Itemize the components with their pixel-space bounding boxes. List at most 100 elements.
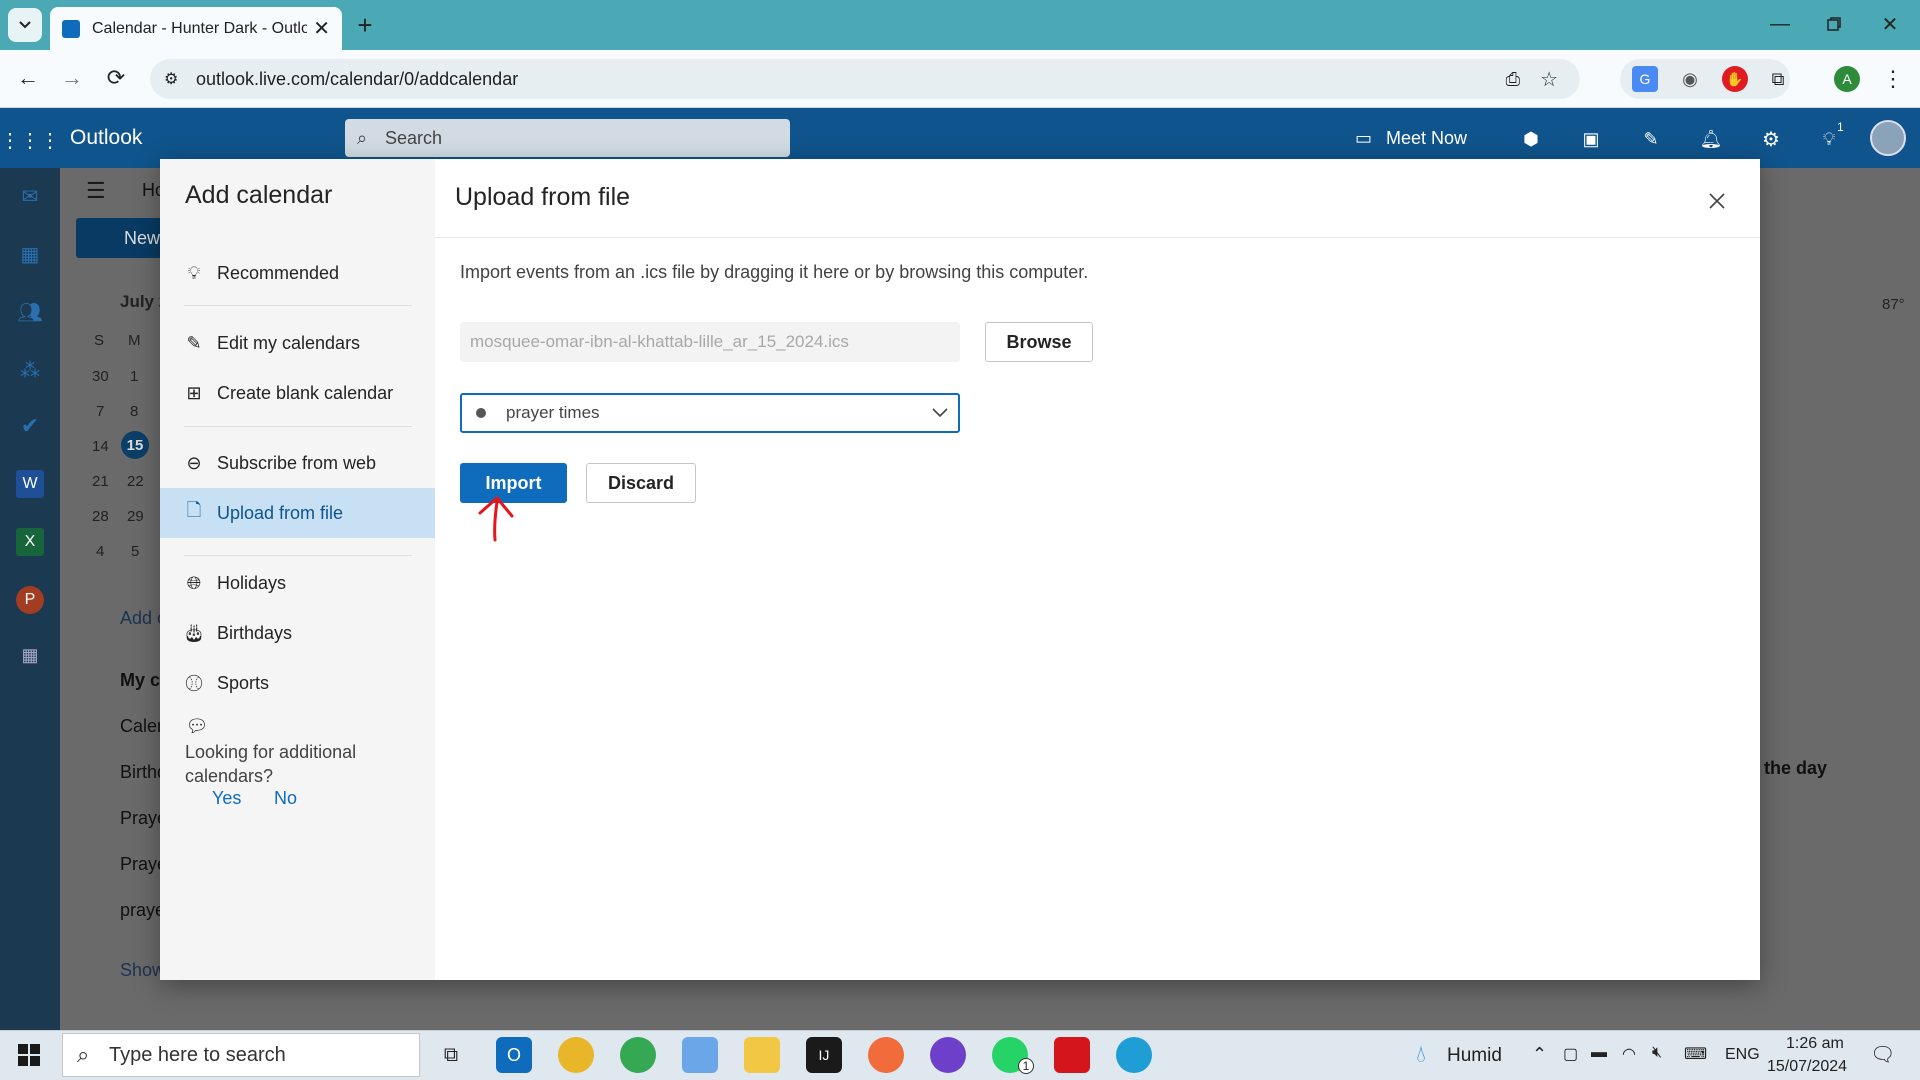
date-cell[interactable]: 21: [92, 473, 109, 490]
feedback-no-link[interactable]: No: [274, 788, 297, 809]
wifi-icon[interactable]: ◠: [1622, 1044, 1636, 1064]
date-cell[interactable]: 14: [92, 438, 109, 455]
outlook-brand[interactable]: Outlook: [70, 126, 142, 150]
language-indicator[interactable]: ENG: [1725, 1046, 1760, 1064]
search-box[interactable]: ⌕ Search: [345, 119, 790, 157]
github-icon[interactable]: [930, 1037, 966, 1073]
keyboard-icon[interactable]: ⌨: [1684, 1044, 1707, 1064]
calendar-icon[interactable]: ▦: [16, 240, 44, 268]
network-app-icon[interactable]: [682, 1037, 718, 1073]
date-cell[interactable]: 30: [92, 368, 109, 385]
settings-gear-icon[interactable]: ⚙: [1756, 124, 1786, 154]
mail-icon[interactable]: ✉: [16, 182, 44, 210]
extensions-puzzle-icon[interactable]: ⧉: [1765, 66, 1791, 92]
date-cell[interactable]: 29: [127, 508, 144, 525]
acrobat-icon[interactable]: [1054, 1037, 1090, 1073]
meet-tray-icon[interactable]: ▢: [1563, 1044, 1578, 1064]
onenote-icon[interactable]: ▣: [1576, 124, 1606, 154]
camera-extension-icon[interactable]: ◉: [1677, 66, 1703, 92]
my-calendars-header[interactable]: My c: [120, 670, 160, 691]
intellij-icon[interactable]: IJ: [806, 1037, 842, 1073]
close-icon[interactable]: [1702, 186, 1732, 216]
edge-icon[interactable]: [1116, 1037, 1152, 1073]
more-apps-icon[interactable]: ▦: [16, 641, 44, 669]
date-cell[interactable]: 4: [96, 543, 104, 560]
taskbar-search[interactable]: ⌕ Type here to search: [62, 1033, 420, 1077]
weather-label[interactable]: Humid: [1447, 1045, 1502, 1067]
weather-drop-icon[interactable]: 💧︎: [1408, 1040, 1434, 1070]
forward-icon[interactable]: →: [56, 62, 88, 94]
file-name-field[interactable]: mosquee-omar-ibn-al-khattab-lille_ar_15_…: [460, 322, 960, 362]
nav-subscribe-from-web[interactable]: ⊖ Subscribe from web: [160, 438, 435, 488]
postman-icon[interactable]: [868, 1037, 904, 1073]
meet-now-button[interactable]: ▭ Meet Now: [1355, 120, 1467, 156]
tab-search-button[interactable]: [8, 8, 42, 42]
browser-menu-icon[interactable]: ⋮: [1880, 64, 1906, 94]
profile-avatar[interactable]: A: [1834, 66, 1860, 92]
windows-start-icon[interactable]: [16, 1042, 42, 1068]
new-tab-button[interactable]: +: [350, 10, 380, 40]
window-restore-icon[interactable]: [1814, 8, 1854, 40]
groups-icon[interactable]: ⁂: [16, 356, 44, 384]
site-info-icon[interactable]: ⚙: [164, 69, 178, 89]
date-cell[interactable]: 1: [130, 368, 138, 385]
nav-sports[interactable]: ⚾︎ Sports: [160, 658, 435, 708]
date-cell[interactable]: 7: [96, 403, 104, 420]
adblock-extension-icon[interactable]: ✋: [1722, 66, 1748, 92]
nav-recommended[interactable]: 💡︎ Recommended: [160, 248, 435, 298]
app-launcher-icon[interactable]: ⋮⋮⋮: [0, 126, 60, 154]
bookmark-star-icon[interactable]: ☆: [1540, 67, 1558, 92]
nav-birthdays[interactable]: 🎂︎ Birthdays: [160, 608, 435, 658]
nav-upload-from-file[interactable]: 🗋︎ Upload from file: [160, 488, 435, 538]
window-minimize-icon[interactable]: —: [1760, 8, 1800, 40]
teams-icon[interactable]: ⬢: [1516, 124, 1546, 154]
discard-button[interactable]: Discard: [586, 463, 696, 503]
todo-check-icon[interactable]: ✔: [16, 412, 44, 440]
chevron-down-icon: [19, 21, 31, 29]
notifications-bell-icon[interactable]: 🔔︎: [1696, 124, 1726, 154]
reload-icon[interactable]: ⟳: [100, 62, 132, 94]
task-view-icon[interactable]: ⧉: [436, 1040, 466, 1070]
my-day-icon[interactable]: ✎: [1636, 124, 1666, 154]
browse-button[interactable]: Browse: [985, 322, 1093, 362]
browser-tab-active[interactable]: Calendar - Hunter Dark - Outlo ✕: [50, 7, 342, 50]
people-icon[interactable]: 👥︎: [16, 298, 44, 326]
battery-icon[interactable]: ▬: [1591, 1044, 1607, 1062]
nav-label: Sports: [217, 672, 270, 693]
show-more-link[interactable]: Show: [120, 960, 165, 981]
nav-holidays[interactable]: 🌐︎ Holidays: [160, 558, 435, 608]
date-cell[interactable]: 28: [92, 508, 109, 525]
notification-center-icon[interactable]: 🗨︎: [1870, 1042, 1895, 1067]
excel-icon[interactable]: X: [16, 528, 44, 556]
date-cell[interactable]: 8: [130, 403, 138, 420]
clock-time[interactable]: 1:26 am: [1786, 1035, 1844, 1053]
file-explorer-icon[interactable]: [744, 1037, 780, 1073]
outlook-app-icon[interactable]: O: [496, 1037, 532, 1073]
calendar-list-item[interactable]: praye: [120, 900, 165, 921]
chrome-profile-icon[interactable]: [620, 1037, 656, 1073]
powerpoint-icon[interactable]: P: [16, 586, 44, 614]
date-cell[interactable]: 5: [131, 543, 139, 560]
chrome-icon[interactable]: [558, 1037, 594, 1073]
today-date-cell[interactable]: 15: [121, 431, 149, 459]
word-icon[interactable]: W: [16, 470, 44, 498]
install-app-icon[interactable]: ⎙: [1506, 69, 1520, 90]
account-avatar[interactable]: [1870, 120, 1906, 156]
new-event-button[interactable]: New: [76, 218, 166, 258]
url-field[interactable]: ⚙ outlook.live.com/calendar/0/addcalenda…: [150, 59, 1580, 99]
google-translate-icon[interactable]: G: [1632, 66, 1658, 92]
date-cell[interactable]: 22: [127, 473, 144, 490]
tab-title: Calendar - Hunter Dark - Outlo: [92, 19, 308, 37]
volume-muted-icon[interactable]: 🔇︎: [1652, 1044, 1662, 1062]
tab-close-icon[interactable]: ✕: [313, 16, 330, 41]
window-close-icon[interactable]: ✕: [1870, 8, 1910, 40]
nav-edit-my-calendars[interactable]: ✎ Edit my calendars: [160, 318, 435, 368]
tray-expand-icon[interactable]: ⌃: [1532, 1044, 1547, 1065]
back-icon[interactable]: ←: [12, 62, 44, 94]
chevron-down-icon: [932, 408, 948, 418]
clock-date[interactable]: 15/07/2024: [1767, 1058, 1847, 1076]
calendar-select-dropdown[interactable]: prayer times: [460, 393, 960, 433]
feedback-yes-link[interactable]: Yes: [212, 788, 241, 809]
hamburger-icon[interactable]: ☰: [86, 178, 106, 204]
nav-create-blank-calendar[interactable]: ⊞ Create blank calendar: [160, 368, 435, 418]
